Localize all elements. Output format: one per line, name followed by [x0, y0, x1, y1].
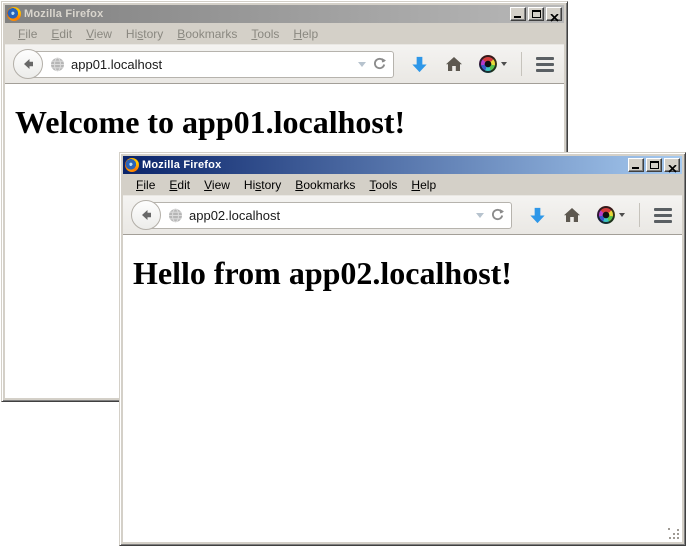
download-button[interactable] [528, 206, 547, 225]
maximize-icon [650, 161, 659, 169]
menu-view[interactable]: View [79, 25, 119, 43]
url-input[interactable] [189, 208, 470, 223]
back-button[interactable] [131, 200, 161, 230]
colorwheel-icon [479, 55, 497, 73]
url-bar[interactable] [27, 51, 394, 78]
site-identity-globe-icon [168, 208, 183, 223]
reload-icon[interactable] [372, 57, 387, 72]
home-icon [563, 207, 581, 223]
menu-history[interactable]: History [119, 25, 170, 43]
menu-bar: File Edit View History Bookmarks Tools H… [123, 174, 682, 195]
window-title: Mozilla Firefox [142, 159, 221, 171]
back-arrow-icon [20, 56, 36, 72]
minimize-button[interactable] [628, 158, 644, 172]
home-button[interactable] [445, 56, 463, 72]
menu-help[interactable]: Help [286, 25, 325, 43]
minimize-button[interactable] [510, 7, 526, 21]
back-arrow-icon [138, 207, 154, 223]
url-bar[interactable] [145, 202, 512, 229]
browser-window-app02: Mozilla Firefox File Edit View History B… [119, 152, 686, 546]
close-icon [550, 10, 559, 25]
site-identity-globe-icon [50, 57, 65, 72]
menu-history[interactable]: History [237, 176, 288, 194]
extension-dropdown-icon [619, 213, 625, 217]
menu-panel-button[interactable] [654, 208, 672, 223]
menu-panel-button[interactable] [536, 57, 554, 72]
menu-file[interactable]: File [11, 25, 44, 43]
toolbar-separator [521, 52, 522, 76]
firefox-icon [125, 158, 139, 172]
home-icon [445, 56, 463, 72]
colorwheel-extension-button[interactable] [597, 206, 625, 224]
download-icon [528, 206, 547, 225]
close-icon [668, 161, 677, 176]
menu-bookmarks[interactable]: Bookmarks [170, 25, 244, 43]
maximize-button[interactable] [646, 158, 662, 172]
window-controls [510, 7, 562, 21]
menu-tools[interactable]: Tools [244, 25, 286, 43]
menu-view[interactable]: View [197, 176, 237, 194]
page-content: Hello from app02.localhost! [123, 235, 682, 542]
menu-bookmarks[interactable]: Bookmarks [288, 176, 362, 194]
window-controls [628, 158, 680, 172]
titlebar[interactable]: Mozilla Firefox [5, 5, 564, 23]
page-heading: Welcome to app01.localhost! [15, 104, 554, 141]
window-title: Mozilla Firefox [24, 8, 103, 20]
titlebar[interactable]: Mozilla Firefox [123, 156, 682, 174]
menu-file[interactable]: File [129, 176, 162, 194]
firefox-icon [7, 7, 21, 21]
toolbar-separator [639, 203, 640, 227]
maximize-icon [532, 10, 541, 18]
menu-bar: File Edit View History Bookmarks Tools H… [5, 23, 564, 44]
colorwheel-icon [597, 206, 615, 224]
colorwheel-extension-button[interactable] [479, 55, 507, 73]
maximize-button[interactable] [528, 7, 544, 21]
menu-help[interactable]: Help [404, 176, 443, 194]
navigation-toolbar [123, 195, 682, 235]
urlbar-dropdown-icon[interactable] [358, 62, 366, 67]
page-heading: Hello from app02.localhost! [133, 255, 672, 292]
hamburger-icon [654, 208, 672, 211]
close-button[interactable] [664, 158, 680, 172]
navigation-toolbar [5, 44, 564, 84]
extension-dropdown-icon [501, 62, 507, 66]
menu-edit[interactable]: Edit [162, 176, 197, 194]
close-button[interactable] [546, 7, 562, 21]
download-icon [410, 55, 429, 74]
download-button[interactable] [410, 55, 429, 74]
url-input[interactable] [71, 57, 352, 72]
home-button[interactable] [563, 207, 581, 223]
menu-tools[interactable]: Tools [362, 176, 404, 194]
reload-icon[interactable] [490, 208, 505, 223]
minimize-icon [632, 167, 639, 169]
hamburger-icon [536, 57, 554, 60]
urlbar-dropdown-icon[interactable] [476, 213, 484, 218]
minimize-icon [514, 16, 521, 18]
desktop: { "colors": { "active_title_start": "#0a… [0, 0, 688, 551]
resize-grip[interactable] [668, 528, 680, 540]
menu-edit[interactable]: Edit [44, 25, 79, 43]
back-button[interactable] [13, 49, 43, 79]
